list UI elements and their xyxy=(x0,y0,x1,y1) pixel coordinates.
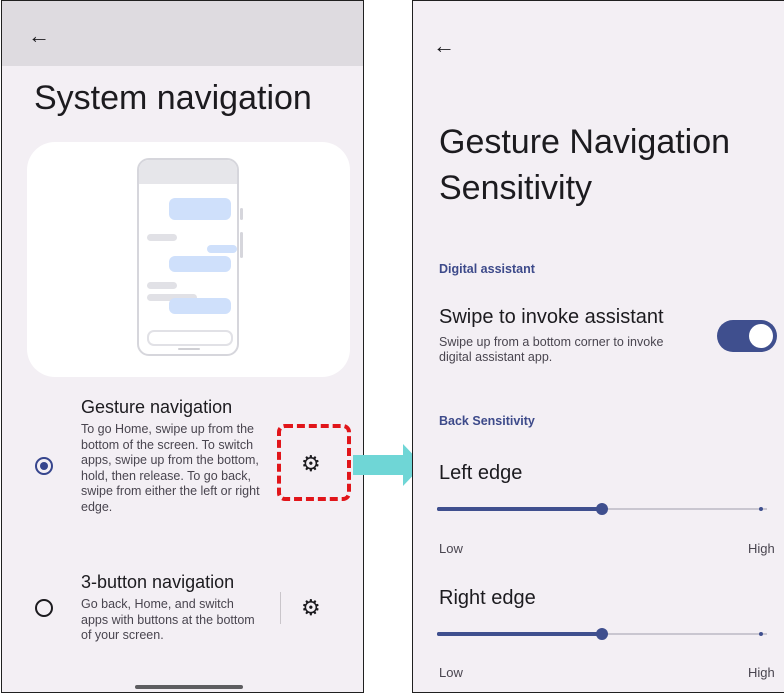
back-sensitivity-header: Back Sensitivity xyxy=(439,414,535,428)
3-button-navigation-description: Go back, Home, and switch apps with butt… xyxy=(81,597,255,642)
navigation-illustration xyxy=(27,142,350,377)
top-app-bar xyxy=(2,1,363,66)
swipe-assistant-title: Swipe to invoke assistant xyxy=(439,306,664,328)
left-edge-slider[interactable] xyxy=(437,501,767,517)
right-edge-slider[interactable] xyxy=(437,626,767,642)
right-edge-slider-thumb[interactable] xyxy=(596,628,608,640)
left-edge-slider-thumb[interactable] xyxy=(596,503,608,515)
page-title: Gesture Navigation Sensitivity xyxy=(439,123,731,207)
left-edge-low-label: Low xyxy=(439,541,463,556)
gesture-navigation-description: To go Home, swipe up from the bottom of … xyxy=(81,422,260,514)
3-button-settings-gear-icon[interactable]: ⚙ xyxy=(301,597,321,619)
page-title: System navigation xyxy=(34,79,312,117)
back-arrow-icon[interactable]: ← xyxy=(433,35,455,57)
swipe-assistant-toggle[interactable] xyxy=(717,320,777,352)
settings-divider xyxy=(280,592,281,624)
right-edge-label: Right edge xyxy=(439,587,536,609)
system-navigation-screen: ← System navigation Gesture navigation T… xyxy=(1,0,364,693)
left-edge-high-label: High xyxy=(748,541,775,556)
3-button-navigation-title: 3-button navigation xyxy=(81,572,235,592)
3-button-navigation-radio[interactable] xyxy=(35,599,53,617)
gesture-sensitivity-screen: ← Gesture Navigation Sensitivity Digital… xyxy=(412,0,784,693)
right-edge-low-label: Low xyxy=(439,665,463,680)
swipe-assistant-description: Swipe up from a bottom corner to invoke … xyxy=(439,335,664,364)
back-arrow-icon[interactable]: ← xyxy=(28,25,50,47)
left-edge-label: Left edge xyxy=(439,462,523,484)
phone-illustration-icon xyxy=(137,158,239,356)
gesture-handle xyxy=(135,685,243,689)
right-edge-high-label: High xyxy=(748,665,775,680)
gesture-navigation-title: Gesture navigation xyxy=(81,397,233,417)
highlight-box xyxy=(277,424,351,501)
digital-assistant-header: Digital assistant xyxy=(439,262,535,276)
gesture-navigation-radio[interactable] xyxy=(35,457,53,475)
